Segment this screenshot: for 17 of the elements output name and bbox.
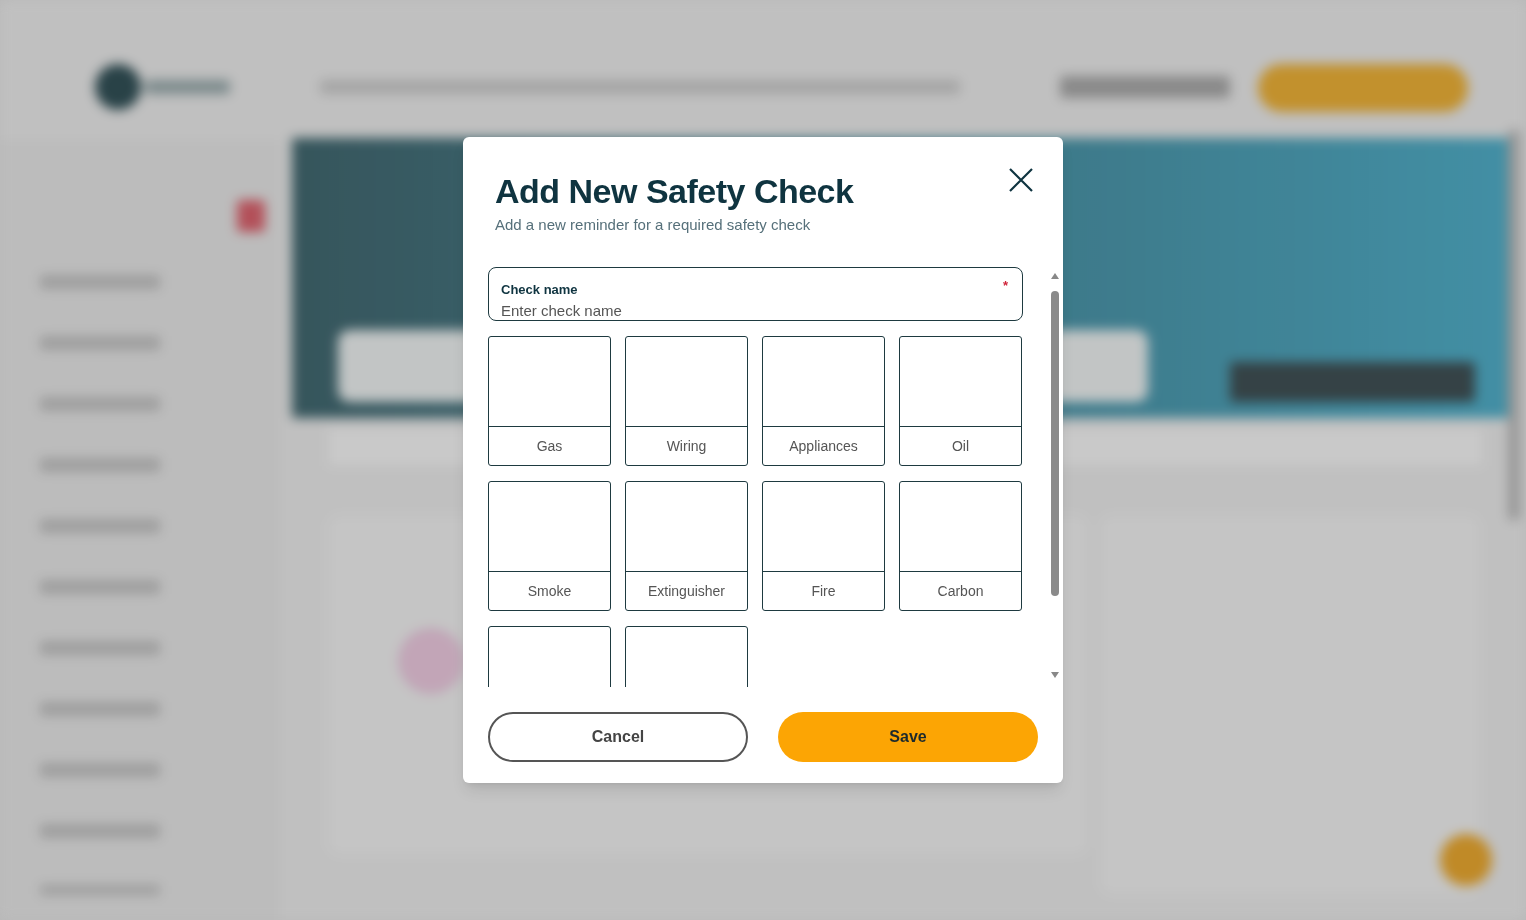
close-icon bbox=[1008, 167, 1034, 193]
check-type-tile[interactable]: Oil bbox=[899, 336, 1022, 466]
required-mark: * bbox=[1002, 277, 1008, 295]
check-type-tile[interactable]: Fire bbox=[762, 481, 885, 611]
check-type-tile[interactable]: Wiring bbox=[625, 336, 748, 466]
check-name-field[interactable]: Check name Enter check name * bbox=[488, 267, 1023, 321]
dialog-title: Add New Safety Check bbox=[495, 171, 854, 211]
check-type-tile[interactable]: Smoke bbox=[488, 481, 611, 611]
dialog-subtitle: Add a new reminder for a required safety check bbox=[495, 215, 812, 235]
check-type-tile[interactable]: Extinguisher bbox=[625, 481, 748, 611]
save-button[interactable]: Save bbox=[778, 712, 1038, 762]
field-label: Check name bbox=[501, 282, 578, 298]
check-name-input[interactable]: Enter check name bbox=[501, 301, 981, 321]
cancel-button[interactable]: Cancel bbox=[488, 712, 748, 762]
check-type-tile[interactable]: Gas bbox=[488, 336, 611, 466]
check-type-tile[interactable]: Carbon bbox=[899, 481, 1022, 611]
check-type-tile[interactable]: Appliances bbox=[762, 336, 885, 466]
